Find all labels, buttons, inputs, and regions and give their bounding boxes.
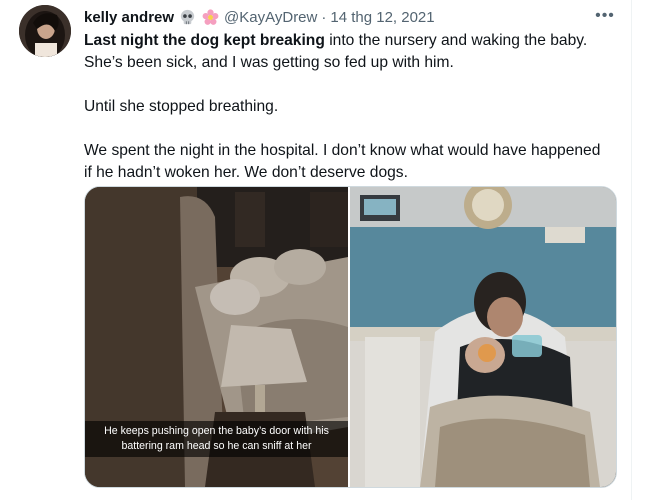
tweet-paragraph-3-line-2: if he hadn’t woken her. We don’t deserve… [84, 164, 408, 181]
timeline-divider [631, 0, 632, 500]
tweet-paragraph-2: Until she stopped breathing. [84, 98, 279, 115]
avatar[interactable] [19, 5, 71, 57]
tweet-paragraph-1: Last night the dog kept breaking into th… [84, 30, 619, 52]
avatar-photo [19, 5, 71, 57]
media-photo-bedroom[interactable]: He keeps pushing open the baby’s door wi… [85, 187, 350, 487]
tweet-bold-lead: Last night the dog kept breaking [84, 32, 325, 49]
tweet-text: Last night the dog kept breaking into th… [84, 30, 619, 184]
tweet-header: kelly andrew @KayAyDrew · 14 thg 12, 202… [84, 6, 435, 28]
photo-caption: He keeps pushing open the baby’s door wi… [85, 421, 348, 457]
tweet-timestamp[interactable]: 14 thg 12, 2021 [330, 9, 434, 26]
flower-emoji-icon [201, 8, 220, 27]
photo-caption-line-2: battering ram head so he can sniff at he… [121, 440, 312, 452]
hospital-photo [350, 187, 616, 487]
photo-caption-line-1: He keeps pushing open the baby’s door wi… [104, 425, 329, 437]
more-horizontal-icon[interactable]: ••• [594, 6, 616, 26]
tweet-media: He keeps pushing open the baby’s door wi… [84, 186, 617, 488]
user-handle[interactable]: @KayAyDrew [224, 9, 317, 26]
header-separator: · [321, 8, 327, 26]
media-photo-hospital[interactable] [350, 187, 616, 487]
tweet-line-2: She’s been sick, and I was getting so fe… [84, 54, 454, 71]
tweet-paragraph-3-line-1: We spent the night in the hospital. I do… [84, 142, 601, 159]
tweet-line-1-rest: into the nursery and waking the baby. [324, 32, 588, 49]
skull-emoji-icon [178, 8, 197, 27]
display-name[interactable]: kelly andrew [84, 9, 174, 26]
